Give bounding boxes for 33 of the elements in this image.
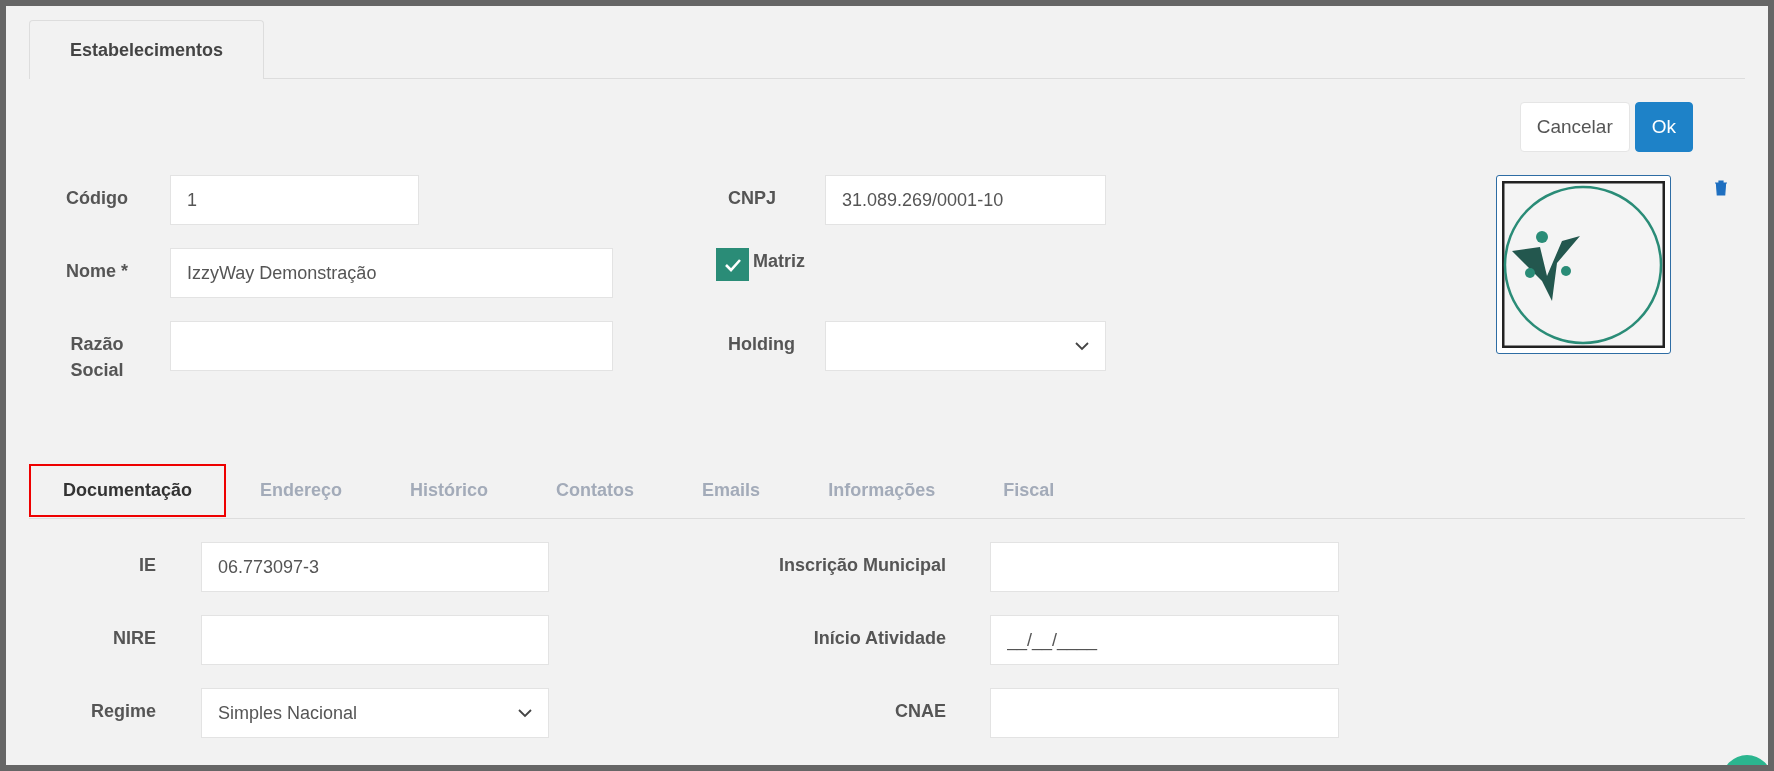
chevron-down-icon: [518, 708, 532, 718]
input-field[interactable]: [170, 321, 613, 371]
field-label: Regime: [89, 700, 156, 723]
input-field[interactable]: 1: [170, 175, 419, 225]
logo-image[interactable]: [1496, 175, 1671, 354]
field-label: IE: [138, 554, 156, 577]
field-label: NIRE: [112, 627, 156, 650]
field-label: Código: [65, 187, 129, 210]
field-label: Início Atividade: [812, 627, 946, 650]
checkbox[interactable]: [716, 248, 749, 281]
trash-icon[interactable]: [1714, 180, 1728, 196]
check-icon: [723, 257, 742, 272]
field-label: CNAE: [894, 700, 946, 723]
section-tab[interactable]: Documentação: [29, 464, 227, 517]
input-field[interactable]: [201, 615, 549, 665]
field-label: Holding: [727, 333, 796, 356]
cancel-button[interactable]: Cancelar: [1519, 102, 1630, 152]
field-label: Nome *: [65, 260, 129, 283]
input-field[interactable]: [990, 688, 1339, 738]
field-label: Matriz: [753, 250, 805, 273]
input-field[interactable]: [990, 542, 1339, 592]
select-field[interactable]: [825, 321, 1106, 371]
input-field[interactable]: IzzyWay Demonstração: [170, 248, 613, 298]
ok-button[interactable]: Ok: [1634, 102, 1693, 152]
field-label: CNPJ: [727, 187, 777, 210]
page-tab[interactable]: Estabelecimentos: [29, 20, 264, 79]
field-label: Inscrição Municipal: [777, 554, 946, 577]
chevron-down-icon: [1075, 341, 1089, 351]
input-field[interactable]: __/__/____: [990, 615, 1339, 665]
input-field[interactable]: 31.089.269/0001-10: [825, 175, 1106, 225]
select-field[interactable]: Simples Nacional: [201, 688, 549, 738]
field-label: Razão Social: [69, 333, 125, 382]
input-field[interactable]: 06.773097-3: [201, 542, 549, 592]
